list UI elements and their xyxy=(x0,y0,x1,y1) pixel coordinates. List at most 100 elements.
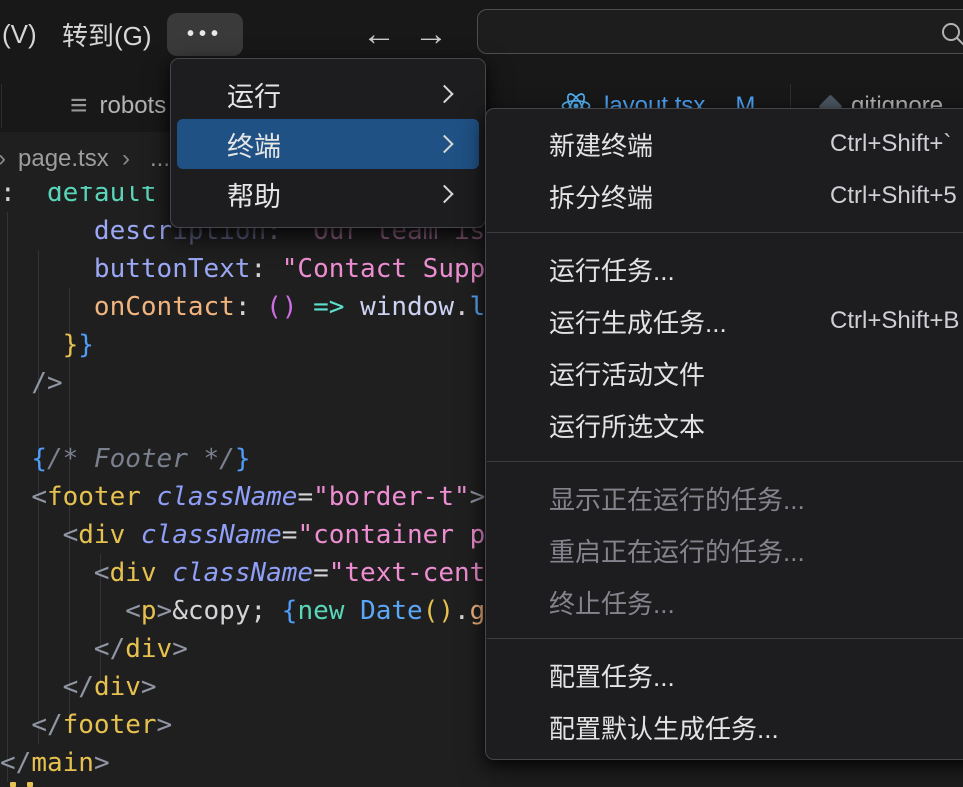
code-token xyxy=(0,330,63,360)
code-token: = xyxy=(297,482,313,512)
code-token: > xyxy=(470,482,486,512)
code-token xyxy=(0,216,94,246)
code-token: /* Footer */ xyxy=(47,444,235,474)
code-token: > xyxy=(141,672,157,702)
menu-item-0[interactable]: 运行 xyxy=(177,69,479,119)
submenu-item-label: 运行生成任务... xyxy=(549,303,727,340)
submenu-item: 显示正在运行的任务... xyxy=(486,472,963,524)
submenu-item-label: 显示正在运行的任务... xyxy=(549,480,805,517)
breadcrumb-chevron-icon: › xyxy=(0,132,6,186)
code-token xyxy=(0,444,31,474)
submenu-item[interactable]: 新建终端Ctrl+Shift+` xyxy=(486,118,963,170)
code-token: < xyxy=(31,482,47,512)
code-token: className xyxy=(157,482,298,512)
code-token: < xyxy=(125,596,141,626)
code-token: } xyxy=(63,330,79,360)
code-token: < xyxy=(63,520,79,550)
code-token xyxy=(0,634,94,664)
submenu-item-label: 运行所选文本 xyxy=(549,407,705,444)
clipped-code-fragment xyxy=(10,782,16,787)
more-menu-button[interactable]: ••• xyxy=(167,13,243,56)
submenu-item-label: 重启正在运行的任务... xyxy=(549,532,805,569)
submenu-item-label: 运行活动文件 xyxy=(549,355,705,392)
menu-separator xyxy=(487,232,963,233)
code-token: . xyxy=(454,596,470,626)
code-token: onContact xyxy=(94,292,235,322)
code-token: > xyxy=(157,710,173,740)
code-token: = xyxy=(282,520,298,550)
submenu-item[interactable]: 运行任务... xyxy=(486,243,963,295)
code-token: p xyxy=(141,596,157,626)
menu-item-1[interactable]: 终端 xyxy=(177,119,479,169)
tab-robots[interactable]: ≡ robots xyxy=(70,80,166,132)
code-token: { xyxy=(31,444,47,474)
submenu-item: 重启正在运行的任务... xyxy=(486,524,963,576)
code-token: div xyxy=(78,520,125,550)
code-token: div xyxy=(110,558,157,588)
submenu-item[interactable]: 拆分终端 Ctrl+Shift+5 xyxy=(486,170,963,222)
submenu-item[interactable]: 运行生成任务... Ctrl+Shift+B xyxy=(486,295,963,347)
code-token: className xyxy=(141,520,282,550)
code-token: : xyxy=(250,254,281,284)
code-token: } xyxy=(235,444,251,474)
submenu-item[interactable]: 运行所选文本 xyxy=(486,399,963,451)
code-token: window xyxy=(360,292,454,322)
submenu-item: 终止任务... xyxy=(486,576,963,628)
code-token: new xyxy=(297,596,344,626)
code-token xyxy=(0,672,63,702)
keybinding-label: Ctrl+Shift+B xyxy=(830,295,959,347)
code-token: /> xyxy=(31,368,62,398)
code-token xyxy=(0,292,94,322)
menu-item-label: 终端 xyxy=(227,125,281,164)
code-token: div xyxy=(94,672,141,702)
code-token: : xyxy=(235,292,266,322)
submenu-chevron-icon xyxy=(435,185,453,203)
keybinding-label: Ctrl+Shift+` xyxy=(830,118,951,170)
submenu-chevron-icon xyxy=(435,85,453,103)
code-token: </ xyxy=(63,672,94,702)
code-token: > xyxy=(157,596,173,626)
menubar-item-goto[interactable]: 转到(G) xyxy=(62,0,152,68)
code-token: </ xyxy=(94,634,125,664)
code-token: . xyxy=(454,292,470,322)
code-token xyxy=(0,254,94,284)
submenu-item[interactable]: 配置默认生成任务... xyxy=(486,701,963,753)
submenu-item-label: 拆分终端 xyxy=(549,178,653,215)
code-token: > xyxy=(172,634,188,664)
code-token: descr xyxy=(94,216,172,246)
command-center-search[interactable] xyxy=(477,9,963,54)
submenu-chevron-icon xyxy=(435,135,453,153)
breadcrumb-more[interactable]: ... xyxy=(150,132,170,186)
code-token: "border-t" xyxy=(313,482,470,512)
code-token: </ xyxy=(0,748,31,778)
file-list-icon: ≡ xyxy=(70,91,88,121)
code-token xyxy=(297,292,313,322)
menu-item-label: 运行 xyxy=(227,75,281,114)
chevron-right-icon: › xyxy=(122,132,130,186)
keybinding-label: Ctrl+Shift+5 xyxy=(830,170,957,222)
menubar-item-view[interactable]: (V) xyxy=(2,0,37,68)
dropdown-menu: 运行终端帮助 xyxy=(170,58,486,228)
code-token: () xyxy=(423,596,454,626)
submenu-item-label: 配置任务... xyxy=(549,657,675,694)
code-token xyxy=(141,482,157,512)
vscode-window: : default fu description: "Our team is b… xyxy=(0,0,963,787)
code-token xyxy=(344,292,360,322)
menu-item-2[interactable]: 帮助 xyxy=(177,169,479,219)
code-token: = xyxy=(313,558,329,588)
submenu-item-label: 配置默认生成任务... xyxy=(549,709,779,746)
back-arrow-button[interactable]: ← xyxy=(362,2,396,66)
menu-separator xyxy=(487,461,963,462)
code-token: Date xyxy=(360,596,423,626)
code-token: className xyxy=(172,558,313,588)
code-token: footer xyxy=(63,710,157,740)
forward-arrow-button[interactable]: → xyxy=(414,2,448,66)
breadcrumb-file[interactable]: page.tsx xyxy=(18,132,109,186)
tab-separator xyxy=(1,84,2,128)
code-token: () xyxy=(266,292,297,322)
submenu-item[interactable]: 运行活动文件 xyxy=(486,347,963,399)
code-token: => xyxy=(313,292,344,322)
code-token xyxy=(0,710,31,740)
submenu-item[interactable]: 配置任务... xyxy=(486,649,963,701)
submenu-item-label: 运行任务... xyxy=(549,251,675,288)
